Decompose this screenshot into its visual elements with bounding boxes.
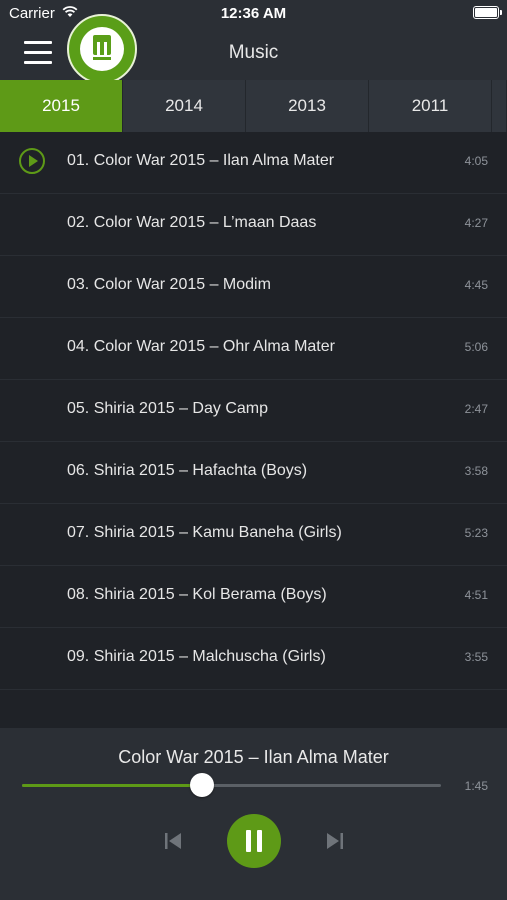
track-title: 08. Shiria 2015 – Kol Berama (Boys) [67, 586, 327, 603]
track-duration: 2:47 [464, 402, 488, 416]
seek-progress [22, 784, 203, 787]
track-duration: 4:27 [464, 216, 488, 230]
tab-2014[interactable]: 2014 [123, 80, 246, 132]
track-row[interactable]: 06. Shiria 2015 – Hafachta (Boys) 3:58 [0, 442, 507, 504]
pause-icon [257, 830, 262, 852]
track-title: 01. Color War 2015 – Ilan Alma Mater [67, 152, 335, 169]
battery-icon [473, 6, 502, 19]
now-playing-icon [19, 148, 45, 174]
pause-button[interactable] [227, 814, 281, 868]
track-duration: 4:51 [464, 588, 488, 602]
seek-thumb[interactable] [190, 773, 215, 797]
menu-line [24, 61, 52, 64]
menu-line [24, 51, 52, 54]
track-title: 05. Shiria 2015 – Day Camp [67, 400, 268, 417]
track-row[interactable]: 09. Shiria 2015 – Malchuscha (Girls) 3:5… [0, 628, 507, 690]
nav-header: Music [0, 14, 507, 84]
track-row[interactable]: 03. Color War 2015 – Modim 4:45 [0, 256, 507, 318]
year-tabs: 2015 2014 2013 2011 [0, 80, 507, 132]
now-playing-title: Color War 2015 – Ilan Alma Mater [118, 747, 389, 767]
menu-line [24, 41, 52, 44]
camp-logo [67, 14, 137, 84]
track-duration: 3:55 [464, 650, 488, 664]
track-duration: 5:23 [464, 526, 488, 540]
track-title: 09. Shiria 2015 – Malchuscha (Girls) [67, 648, 326, 665]
elapsed-time: 1:45 [464, 779, 488, 793]
track-title: 03. Color War 2015 – Modim [67, 276, 271, 293]
next-track-button[interactable] [324, 830, 346, 852]
track-title: 04. Color War 2015 – Ohr Alma Mater [67, 338, 335, 355]
track-duration: 4:45 [464, 278, 488, 292]
tab-2015[interactable]: 2015 [0, 80, 123, 132]
track-title: 06. Shiria 2015 – Hafachta (Boys) [67, 462, 308, 479]
camp-logo-emblem [80, 27, 124, 71]
track-duration: 5:06 [464, 340, 488, 354]
track-duration: 4:05 [464, 154, 488, 168]
track-row[interactable]: 08. Shiria 2015 – Kol Berama (Boys) 4:51 [0, 566, 507, 628]
previous-track-button[interactable] [162, 830, 184, 852]
track-title: 07. Shiria 2015 – Kamu Baneha (Girls) [67, 524, 342, 541]
pause-icon [246, 830, 251, 852]
track-row[interactable]: 04. Color War 2015 – Ohr Alma Mater 5:06 [0, 318, 507, 380]
track-duration: 3:58 [464, 464, 488, 478]
track-row[interactable]: 07. Shiria 2015 – Kamu Baneha (Girls) 5:… [0, 504, 507, 566]
track-row[interactable]: 02. Color War 2015 – L’maan Daas 4:27 [0, 194, 507, 256]
tab-more[interactable] [492, 80, 507, 132]
track-list: 01. Color War 2015 – Ilan Alma Mater 4:0… [0, 132, 507, 690]
track-row[interactable]: 01. Color War 2015 – Ilan Alma Mater 4:0… [0, 132, 507, 194]
track-row[interactable]: 05. Shiria 2015 – Day Camp 2:47 [0, 380, 507, 442]
seek-slider[interactable] [22, 773, 441, 797]
track-title: 02. Color War 2015 – L’maan Daas [67, 214, 317, 231]
hamburger-menu-button[interactable] [24, 41, 52, 65]
tab-2013[interactable]: 2013 [246, 80, 369, 132]
tab-2011[interactable]: 2011 [369, 80, 492, 132]
